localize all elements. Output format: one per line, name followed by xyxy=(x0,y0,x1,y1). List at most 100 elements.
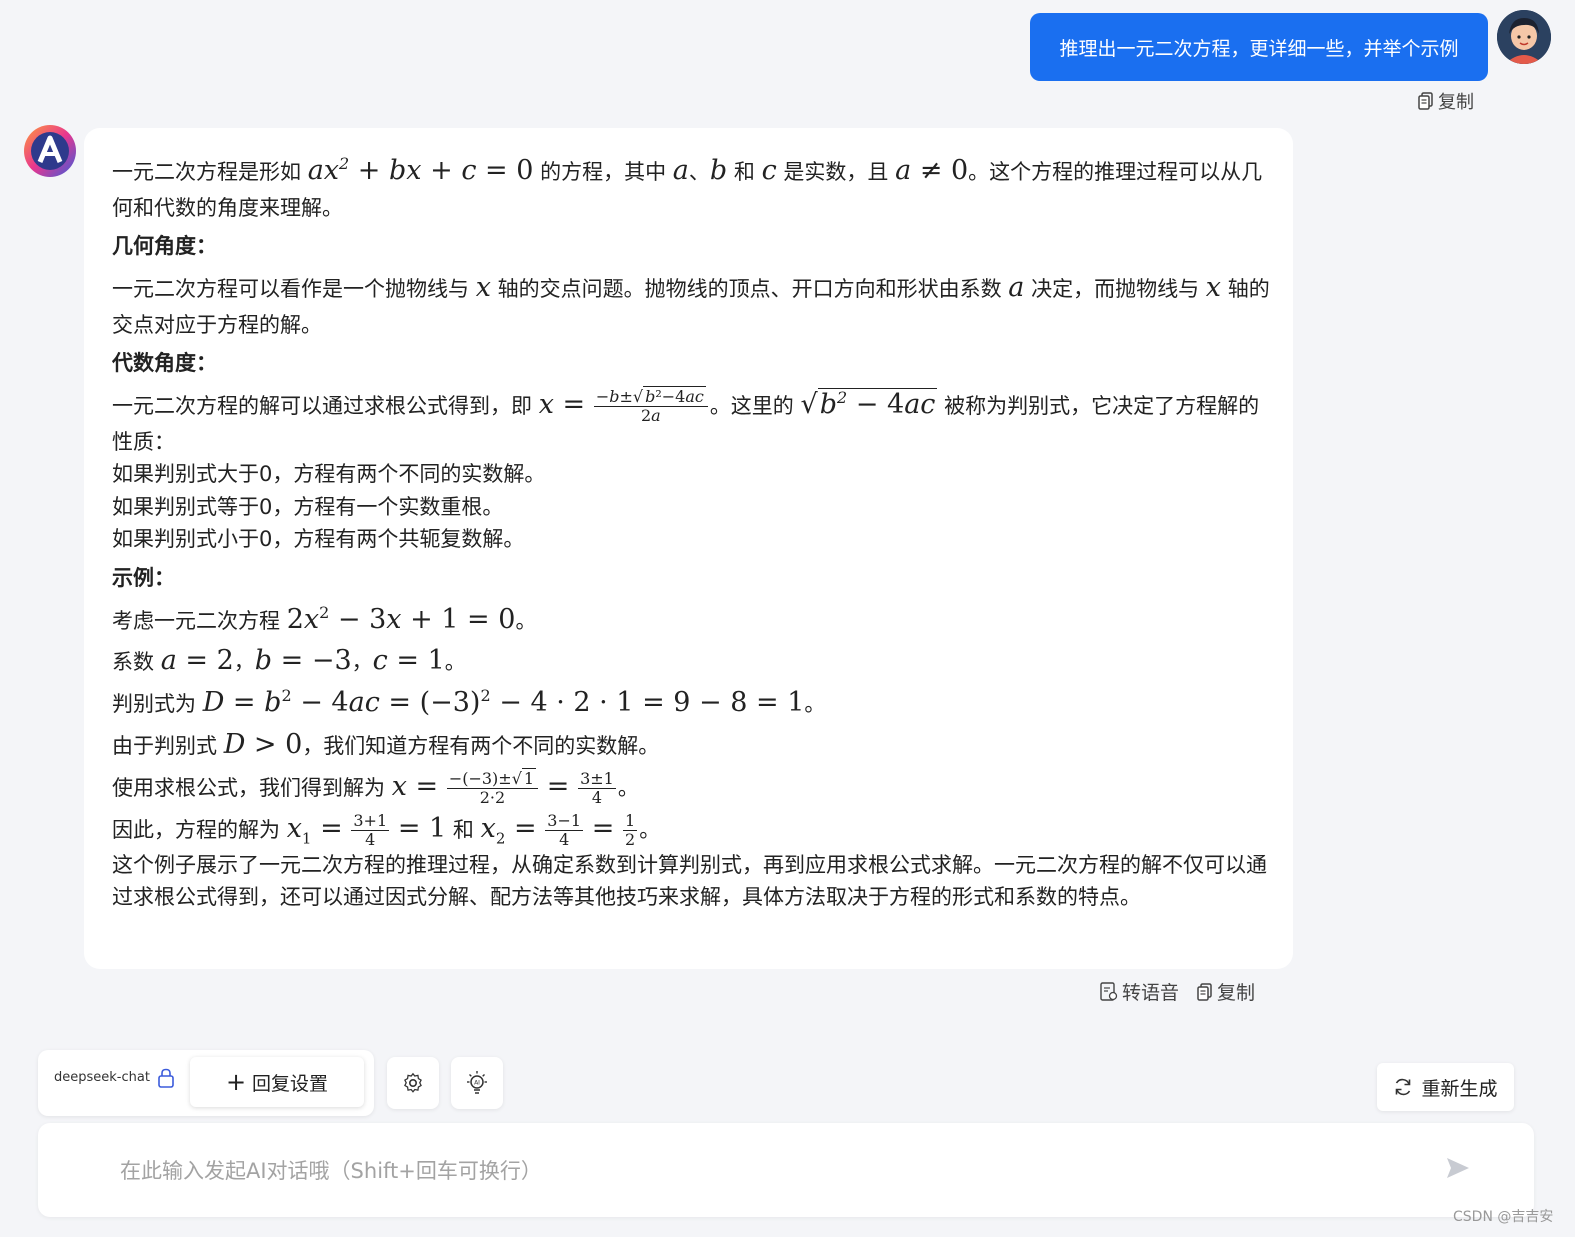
watermark: CSDN @吉吉安 xyxy=(1453,1209,1554,1225)
geometry-paragraph: 一元二次方程可以看作是一个抛物线与 x 轴的交点问题。抛物线的顶点、开口方向和形… xyxy=(112,267,1272,341)
math-a-neq-0: a ≠ 0 xyxy=(895,155,969,186)
root-x2: x2 = xyxy=(480,812,537,848)
text-segment: 是实数，且 xyxy=(783,160,889,184)
root-x1: x1 = xyxy=(286,812,343,848)
heading-example: 示例： xyxy=(112,565,175,590)
copy-icon xyxy=(1197,982,1212,1001)
example-line: 系数 a = 2，b = −3，c = 1。 xyxy=(112,640,1272,682)
copy-label: 复制 xyxy=(1217,982,1256,1004)
plus-icon: + xyxy=(225,1068,247,1096)
discriminant-positive: D > 0 xyxy=(223,729,303,761)
equation-general: ax2 + bx + c = 0 xyxy=(307,154,534,186)
heading-algebra: 代数角度： xyxy=(112,351,217,376)
ai-message-content: 一元二次方程是形如 ax2 + bx + c = 0 的方程，其中 a、b 和 … xyxy=(112,150,1272,913)
text-segment: 系数 xyxy=(112,650,154,675)
discriminant-calc: D = b2 − 4ac = (−3)2 − 4 · 2 · 1 = 9 − 8… xyxy=(202,686,805,719)
example-line: 判别式为 D = b2 − 4ac = (−3)2 − 4 · 2 · 1 = … xyxy=(112,682,1272,724)
math-x: x xyxy=(1205,271,1222,303)
math-x: x = xyxy=(538,388,586,420)
ai-idea-button[interactable]: AI xyxy=(451,1057,503,1109)
case-item: 如果判别式小于0，方程有两个共轭复数解。 xyxy=(112,527,525,552)
send-button[interactable] xyxy=(1446,1157,1470,1183)
copy-label: 复制 xyxy=(1438,92,1474,113)
math-b: b xyxy=(709,155,728,186)
ai-logo-icon xyxy=(24,125,76,177)
math-x: x xyxy=(475,271,491,303)
text-segment: 决定，而抛物线与 xyxy=(1031,276,1200,301)
formula-substituted: −(−3)±√ 1 2·2 xyxy=(446,767,539,808)
example-line: 考虑一元二次方程 2x2 − 3x + 1 = 0。 xyxy=(112,599,1272,641)
discriminant-sqrt: √b2 − 4ac xyxy=(800,387,938,420)
user-message-text: 推理出一元二次方程，更详细一些，并举个示例 xyxy=(1059,37,1459,60)
root-x2-fraction: 3−1 4 xyxy=(545,810,584,850)
text-segment: 轴的交点问题。抛物线的顶点、开口方向和形状由系数 xyxy=(497,276,1002,301)
math-a: a xyxy=(1008,271,1025,303)
example-equation: 2x2 − 3x + 1 = 0 xyxy=(286,602,516,635)
copy-icon xyxy=(1418,92,1433,110)
equals: = xyxy=(591,812,615,844)
text-segment: 。 xyxy=(444,650,466,675)
text-segment: 。 xyxy=(515,608,537,633)
quadratic-formula: −b±√ b²−4ac 2a xyxy=(593,385,708,426)
user-message-bubble: 推理出一元二次方程，更详细一些，并举个示例 xyxy=(1030,13,1488,81)
text-segment: ，我们知道方程有两个不同的实数解。 xyxy=(302,734,660,759)
text-segment: 判别式为 xyxy=(112,692,196,717)
text-segment: 因此，方程的解为 xyxy=(112,817,280,842)
text-segment: 由于判别式 xyxy=(112,734,217,759)
case-item: 如果判别式大于0，方程有两个不同的实数解。 xyxy=(112,462,546,487)
algebra-paragraph: 一元二次方程的解可以通过求根公式得到，即 x = −b±√ b²−4ac 2a 。这里… xyxy=(112,384,1272,458)
gear-icon xyxy=(404,1072,422,1093)
text-segment: 。这里的 xyxy=(709,393,794,418)
user-avatar xyxy=(1497,10,1551,64)
ai-avatar xyxy=(23,124,77,178)
example-line: 因此，方程的解为 x1 = 3+1 4 = 1 和 x2 = 3−1 4 = 1 2。 xyxy=(112,808,1272,851)
text-segment: 一元二次方程是形如 xyxy=(112,160,301,184)
text-segment: 一元二次方程可以看作是一个抛物线与 xyxy=(112,276,469,301)
settings-button[interactable] xyxy=(387,1057,439,1109)
text-segment: ， xyxy=(351,650,373,675)
text-segment: 的方程，其中 xyxy=(540,160,667,184)
tts-label: 转语音 xyxy=(1122,982,1180,1004)
refresh-icon xyxy=(1396,1078,1411,1096)
example-line: 由于判别式 D > 0，我们知道方程有两个不同的实数解。 xyxy=(112,724,1272,766)
root-x2-value: 12 xyxy=(623,810,638,850)
coefficients: a = 2 xyxy=(160,645,234,677)
ai-lightbulb-icon: AI xyxy=(467,1071,487,1094)
coefficients: b = −3 xyxy=(254,645,352,677)
model-name[interactable]: deepseek-chat xyxy=(54,1070,150,1085)
text-segment: 和 xyxy=(733,160,755,184)
regenerate-button[interactable]: 重新生成 xyxy=(1377,1063,1514,1111)
reply-settings-button[interactable]: + 回复设置 xyxy=(190,1057,364,1107)
text-segment: 。 xyxy=(617,775,639,800)
reply-settings-label: 回复设置 xyxy=(252,1072,329,1095)
lock-icon[interactable] xyxy=(157,1068,175,1092)
text-segment: 和 xyxy=(452,817,474,842)
svg-text:AI: AI xyxy=(474,1080,480,1087)
root-x1-value: = 1 xyxy=(397,812,447,844)
chat-input[interactable] xyxy=(118,1150,1422,1192)
equals: = xyxy=(546,770,570,802)
text-segment: 、 xyxy=(688,160,710,184)
example-line: 使用求根公式，我们得到解为 x = −(−3)±√ 1 2·2 = 3±1 4。 xyxy=(112,766,1272,808)
text-segment: 考虑一元二次方程 xyxy=(112,608,280,633)
math-c: c xyxy=(761,155,777,186)
copy-user-message-button[interactable]: 复制 xyxy=(1418,88,1474,114)
text-segment: 使用求根公式，我们得到解为 xyxy=(112,775,385,800)
text-segment: ， xyxy=(233,650,255,675)
ai-message-actions: 转语音 复制 xyxy=(1100,978,1255,1005)
case-item: 如果判别式等于0，方程有一个实数重根。 xyxy=(112,494,504,519)
conclusion-paragraph: 这个例子展示了一元二次方程的推理过程，从确定系数到计算判别式，再到应用求根公式求… xyxy=(112,853,1267,909)
formula-simplified: 3±1 4 xyxy=(578,768,616,808)
text-segment: 。 xyxy=(804,692,826,717)
text-segment: 。 xyxy=(639,817,661,842)
math-a: a xyxy=(672,155,689,186)
coefficients: c = 1 xyxy=(372,645,445,677)
heading-geometry: 几何角度： xyxy=(112,234,217,259)
speech-icon xyxy=(1100,981,1118,1001)
text-to-speech-button[interactable]: 转语音 xyxy=(1100,978,1179,1005)
intro-paragraph: 一元二次方程是形如 ax2 + bx + c = 0 的方程，其中 a、b 和 … xyxy=(112,150,1272,224)
math-x: x = xyxy=(391,770,439,802)
text-segment: 一元二次方程的解可以通过求根公式得到，即 xyxy=(112,393,532,418)
send-icon xyxy=(1447,1158,1469,1178)
copy-ai-message-button[interactable]: 复制 xyxy=(1197,978,1255,1005)
